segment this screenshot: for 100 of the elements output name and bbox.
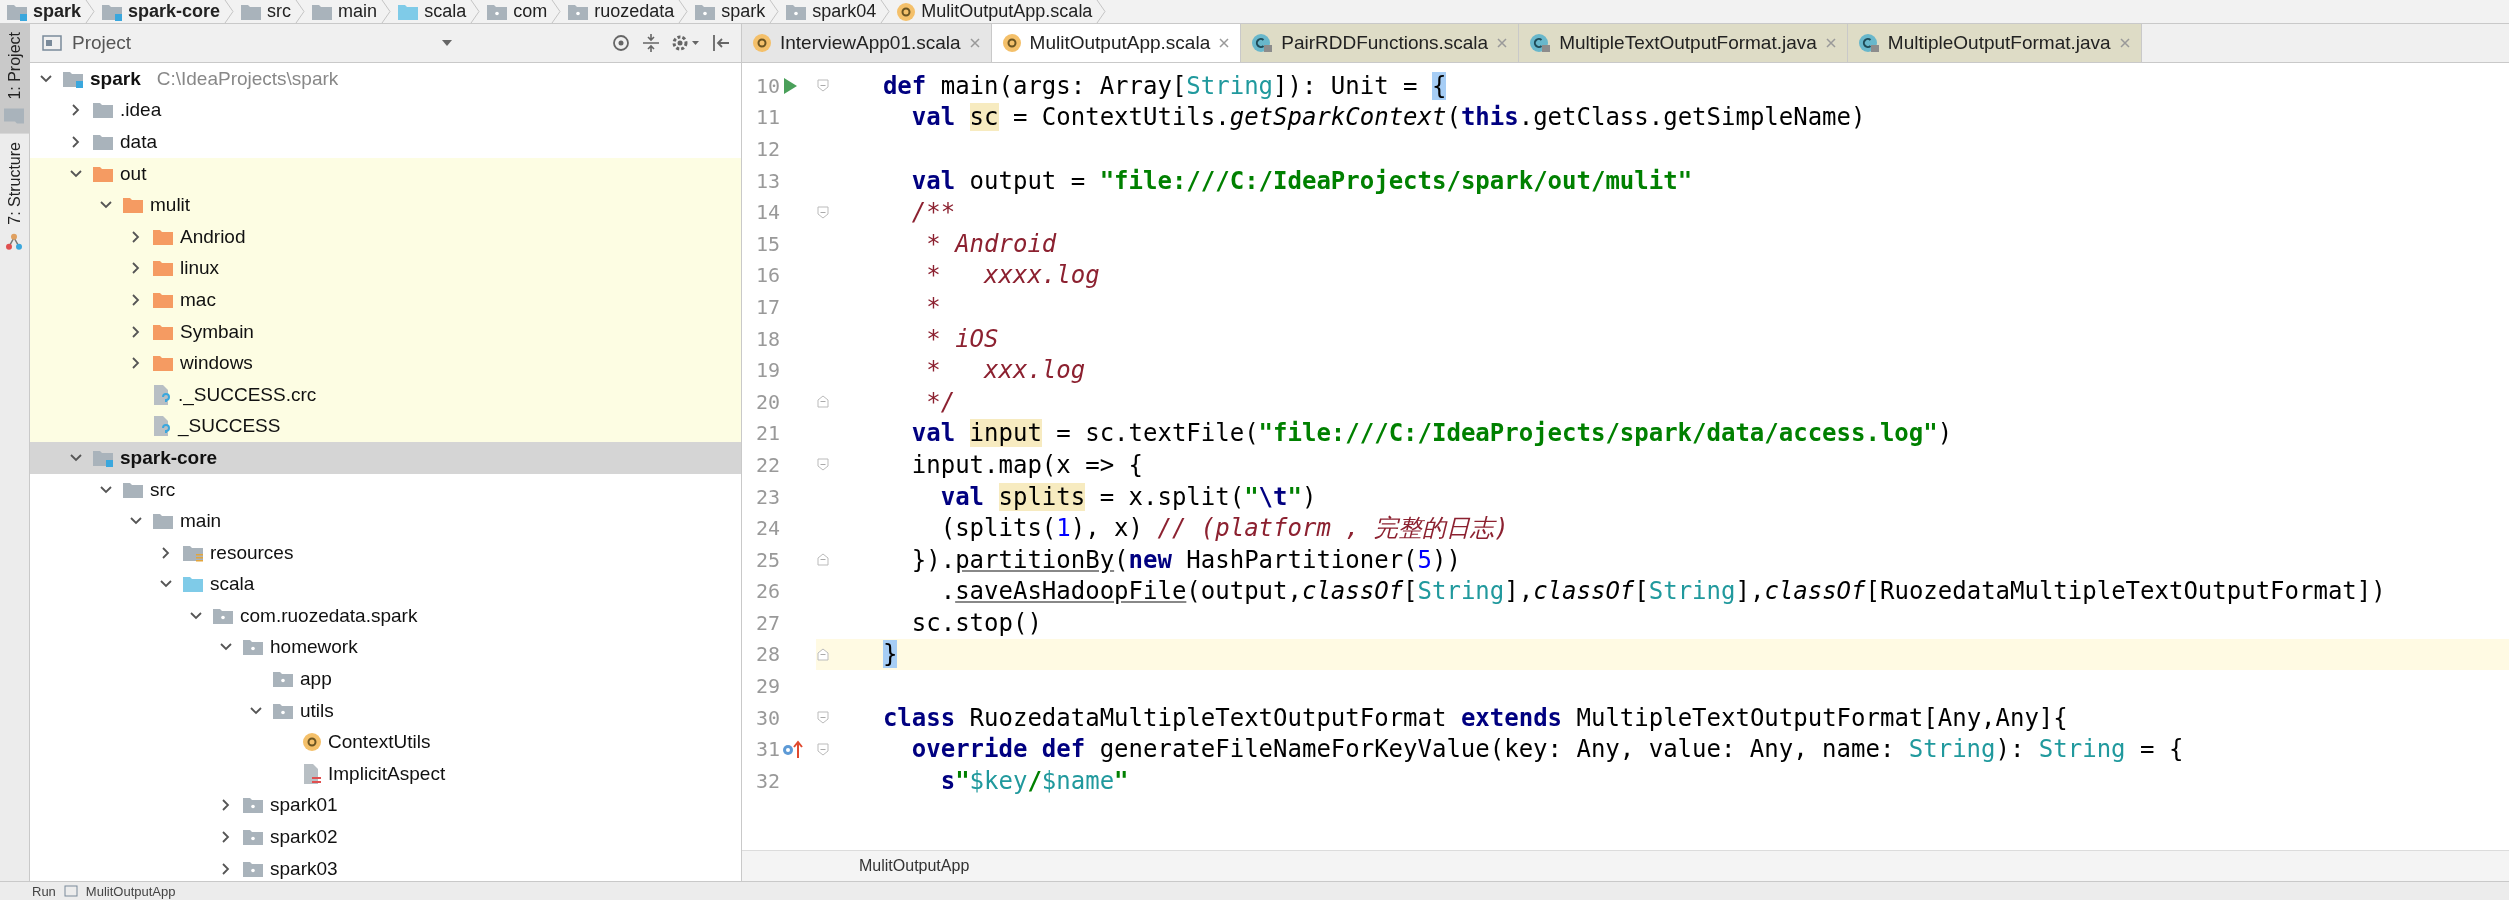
package-icon [242, 828, 264, 847]
code-line: (splits(1), x) // (platform , 完整的日志) [939, 513, 1509, 545]
folder-icon [311, 2, 334, 21]
tree-item[interactable]: _SUCCESS [30, 410, 741, 443]
tree-item[interactable]: spark-core [30, 442, 741, 474]
breadcrumb-item[interactable]: MulitOutputApp.scala [890, 0, 1097, 23]
folder-icon [92, 101, 114, 120]
line-number: 12 [754, 136, 781, 163]
module-folder-icon [6, 2, 28, 21]
line-number: 29 [754, 673, 781, 701]
editor-tab[interactable]: InterviewApp01.scala [742, 24, 992, 62]
tree-item[interactable]: mulit [30, 189, 741, 221]
breadcrumb-item[interactable]: scala [391, 0, 471, 23]
breadcrumb-item[interactable]: spark [0, 0, 86, 23]
structure-icon [5, 232, 24, 251]
close-icon[interactable] [1218, 37, 1231, 49]
tree-item[interactable]: out [30, 157, 741, 190]
line-number: 13 [754, 167, 781, 195]
line-number: 11 [754, 104, 781, 132]
folder-icon [3, 107, 26, 126]
folder-icon [122, 196, 144, 215]
package-icon [486, 2, 509, 21]
folder-icon [152, 512, 174, 531]
breadcrumb-item[interactable]: spark-core [95, 0, 225, 23]
tree-item[interactable]: ._SUCCESS.crc [30, 378, 741, 411]
folder-icon [240, 2, 263, 21]
line-number: 28 [754, 641, 781, 669]
tree-item[interactable]: mac [30, 284, 741, 316]
locked-class-icon [1251, 33, 1274, 53]
code-line: * Android [925, 229, 1057, 258]
package-icon [567, 2, 590, 21]
console-icon [63, 885, 78, 897]
hide-panel-icon[interactable] [711, 33, 731, 53]
settings-icon[interactable] [671, 33, 701, 53]
package-icon [242, 638, 264, 657]
folder-icon [92, 133, 114, 151]
code-line: val input = sc.textFile("file:///C:/IdeaProjects/spark/data/access.log") [910, 419, 1953, 448]
code-line: /** [910, 198, 956, 227]
object-icon [1001, 33, 1022, 53]
run-tab[interactable]: MulitOutputApp [85, 883, 176, 899]
object-icon [752, 33, 772, 53]
locate-icon[interactable] [611, 33, 631, 53]
editor-tab[interactable]: MultipleTextOutputFormat.java [1519, 24, 1848, 62]
folder-icon [122, 480, 144, 499]
line-number: 15 [754, 230, 781, 258]
tool-window-tab[interactable]: 7: Structure [0, 133, 29, 259]
override-icon[interactable] [782, 739, 804, 760]
package-icon [212, 606, 234, 625]
line-number: 21 [754, 420, 781, 448]
module-folder-icon [62, 69, 84, 88]
folder-icon [182, 575, 204, 594]
code-line: .saveAsHadoopFile(output,classOf[String],classOf[String],classOf[RuozedataMultipleTextOutputFormat]) [939, 577, 2386, 606]
breadcrumb-item[interactable]: spark04 [779, 0, 881, 23]
line-number: 10 [754, 72, 781, 100]
line-number: 16 [754, 262, 781, 290]
line-number: 17 [754, 293, 781, 321]
dropdown-caret-icon[interactable] [441, 39, 454, 47]
collapse-all-icon[interactable] [641, 33, 661, 53]
editor-tab[interactable]: PairRDDFunctions.scala [1241, 24, 1520, 62]
project-view-icon [42, 34, 62, 52]
line-number: 18 [754, 325, 781, 353]
folder-icon [152, 354, 174, 373]
tree-item[interactable]: linux [30, 252, 741, 285]
line-number: 31 [754, 736, 781, 764]
breadcrumb-item[interactable]: main [305, 0, 382, 23]
package-icon [242, 859, 264, 878]
editor-tab[interactable]: MulitOutputApp.scala [991, 24, 1242, 62]
line-number: 30 [754, 704, 781, 732]
folder-icon [152, 290, 174, 309]
object-icon [302, 732, 322, 753]
breadcrumb-item[interactable]: com [480, 0, 552, 23]
locked-class-icon [1857, 33, 1880, 53]
editor-breadcrumb[interactable]: MulitOutputApp [859, 857, 970, 875]
line-number: 26 [754, 578, 781, 606]
unknown-file-icon [152, 415, 172, 438]
tool-window-tab[interactable]: 1: Project [0, 24, 29, 134]
tool-window-label: Run [32, 883, 56, 899]
code-line: val splits = x.split("\t") [939, 482, 1317, 511]
locked-class-icon [1529, 33, 1552, 53]
run-icon[interactable] [782, 76, 798, 95]
line-number: 27 [754, 609, 781, 637]
breadcrumb-item[interactable]: spark [688, 0, 770, 23]
panel-title[interactable]: Project [72, 32, 132, 54]
project-path: C:\IdeaProjects\spark [156, 67, 339, 90]
module-folder-icon [92, 448, 114, 467]
unknown-file-icon [152, 383, 172, 406]
tree-item[interactable]: Andriod [30, 220, 741, 253]
module-folder-icon [101, 2, 124, 21]
package-icon [785, 2, 808, 21]
folder-icon [92, 164, 114, 183]
tree-item[interactable]: windows [30, 347, 741, 379]
tree-item[interactable]: Symbain [30, 315, 741, 348]
folder-icon [397, 2, 420, 21]
code-line: val output = "file:///C:/IdeaProjects/spark/out/mulit" [910, 166, 1693, 195]
package-icon [272, 670, 294, 689]
code-line: }).partitionBy(new HashPartitioner(5)) [910, 545, 1461, 574]
editor-tab[interactable]: MultipleOutputFormat.java [1847, 24, 2142, 62]
breadcrumb-item[interactable]: ruozedata [561, 0, 679, 23]
breadcrumb-item[interactable]: src [234, 0, 296, 23]
code-line: */ [925, 387, 956, 416]
